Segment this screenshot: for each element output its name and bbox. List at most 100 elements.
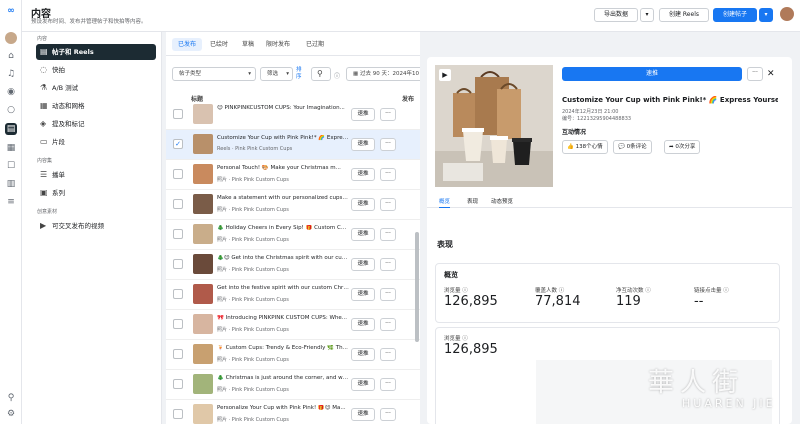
table-row[interactable]: 🎀 Introducing PINKPINK CUSTOM CUPS: Whe.… [166, 310, 420, 340]
row-checkbox[interactable] [173, 259, 183, 269]
sidebar-item-feed-grid[interactable]: ▦ 动态和网格 [36, 98, 156, 114]
row-boost-button[interactable]: 速推 [351, 108, 375, 121]
row-checkbox[interactable] [173, 169, 183, 179]
calendar-icon[interactable]: ▦ [5, 142, 17, 154]
create-post-dropdown-button[interactable]: ▾ [759, 8, 773, 22]
playlist-icon: ☰ [40, 170, 48, 179]
menu-icon[interactable]: ≡ [5, 196, 17, 208]
avatar[interactable] [780, 7, 794, 21]
close-icon[interactable]: ✕ [767, 67, 777, 81]
row-checkbox[interactable] [173, 349, 183, 359]
table-row[interactable]: Make a statement with our personalized c… [166, 190, 420, 220]
row-checkbox[interactable] [173, 199, 183, 209]
post-type-select[interactable]: 帖子类型 ▾ [172, 67, 256, 81]
row-boost-button[interactable]: 速推 [351, 168, 375, 181]
info-icon[interactable]: ⓘ [334, 71, 340, 80]
sidebar-item-playlists[interactable]: ☰ 播单 [36, 167, 156, 183]
sidebar-item-stories[interactable]: ◌ 快拍 [36, 62, 156, 78]
shares-button[interactable]: ➦ 0次分享 [664, 140, 701, 154]
more-options-button[interactable]: ··· [747, 67, 763, 81]
sidebar-item-posts-reels[interactable]: ▤ 帖子和 Reels [36, 44, 156, 60]
boost-button[interactable]: 速推 [562, 67, 742, 81]
ads-icon[interactable]: ◉ [5, 86, 17, 98]
table-row[interactable]: 🎄 Holiday Cheers in Every Sip! 🎁 Custom … [166, 220, 420, 250]
sidebar-item-crosspost-videos[interactable]: ▶ 可交叉发布的视频 [36, 218, 156, 234]
row-boost-button[interactable]: 速推 [351, 378, 375, 391]
sidebar-section-creative: 创意素材 [37, 209, 58, 215]
row-more-button[interactable]: ··· [380, 138, 396, 151]
row-more-button[interactable]: ··· [380, 288, 396, 301]
row-more-button[interactable]: ··· [380, 348, 396, 361]
row-more-button[interactable]: ··· [380, 228, 396, 241]
table-row[interactable]: Get into the festive spirit with our cus… [166, 280, 420, 310]
search-icon[interactable]: ⚲ [5, 392, 17, 404]
comments-button[interactable]: 💬 0条评论 [613, 140, 652, 154]
tab-published[interactable]: 已发布 [172, 38, 203, 51]
row-checkbox[interactable] [173, 409, 183, 419]
export-dropdown-button[interactable]: ▾ [640, 8, 654, 22]
create-post-button[interactable]: 创建帖子 [713, 8, 757, 22]
content-icon[interactable]: ▤ [5, 123, 17, 135]
notifications-icon[interactable]: ♫ [5, 68, 17, 80]
sidebar-item-series[interactable]: ▣ 系列 [36, 185, 156, 201]
row-checkbox[interactable] [173, 379, 183, 389]
home-icon[interactable]: ⌂ [5, 50, 17, 62]
row-more-button[interactable]: ··· [380, 198, 396, 211]
comment-icon: 💬 [618, 144, 627, 150]
row-checkbox[interactable] [173, 109, 183, 119]
row-boost-button[interactable]: 速推 [351, 348, 375, 361]
row-more-button[interactable]: ··· [380, 258, 396, 271]
sidebar-item-clips[interactable]: ▭ 片段 [36, 134, 156, 150]
table-row[interactable]: 😊 PINKPINKCUSTOM CUPS: Your Imagination.… [166, 100, 420, 130]
row-checkbox[interactable]: ✓ [173, 139, 183, 149]
create-reels-button[interactable]: 创建 Reels [659, 8, 709, 22]
insights-icon[interactable]: ▥ [5, 178, 17, 190]
table-row[interactable]: 🍹 Custom Cups: Trendy & Eco-Friendly 🌿 T… [166, 340, 420, 370]
reactions-button[interactable]: 👍 138个心情 [562, 140, 608, 154]
tab-expired[interactable]: 已过期 [300, 38, 330, 51]
messages-icon[interactable]: ○ [5, 104, 17, 116]
info-icon[interactable]: ⓘ [645, 288, 651, 294]
post-date: 2024年12月23日 21:00 [562, 109, 619, 115]
row-more-button[interactable]: ··· [380, 378, 396, 391]
row-checkbox[interactable] [173, 289, 183, 299]
meta-logo-icon[interactable]: ∞ [5, 5, 17, 17]
row-more-button[interactable]: ··· [380, 318, 396, 331]
row-boost-button[interactable]: 速推 [351, 288, 375, 301]
row-more-button[interactable]: ··· [380, 408, 396, 421]
row-boost-button[interactable]: 速推 [351, 228, 375, 241]
row-more-button[interactable]: ··· [380, 108, 396, 121]
row-boost-button[interactable]: 速推 [351, 318, 375, 331]
account-avatar-icon[interactable] [5, 32, 17, 44]
row-boost-button[interactable]: 速推 [351, 258, 375, 271]
row-checkbox[interactable] [173, 319, 183, 329]
sidebar-item-mentions[interactable]: ◈ 提及和标记 [36, 116, 156, 132]
row-boost-button[interactable]: 速推 [351, 408, 375, 421]
tab-feed-preview[interactable]: 动态预览 [491, 197, 513, 205]
table-row[interactable]: Personal Touch! 🎨 Make your Christmas m.… [166, 160, 420, 190]
table-row[interactable]: 🎄😊 Get into the Christmas spirit with ou… [166, 250, 420, 280]
filter-select[interactable]: 筛选 ▾ [260, 67, 293, 81]
tab-limited[interactable]: 限时发布 [260, 38, 296, 51]
settings-gear-icon[interactable]: ⚙ [5, 408, 17, 420]
date-range-picker[interactable]: ▦ 过去 90 天：2024年10 [346, 67, 420, 81]
row-checkbox[interactable] [173, 229, 183, 239]
table-row[interactable]: Personalize Your Cup with Pink Pink! 🎁😊 … [166, 400, 420, 424]
tab-overview[interactable]: 概览 [439, 197, 451, 208]
comments-icon[interactable]: ☐ [5, 160, 17, 172]
table-row[interactable]: ✓ Customize Your Cup with Pink Pink!* 🌈 E… [166, 130, 420, 160]
sidebar-item-ab-test[interactable]: ⚗ A/B 测试 [36, 80, 156, 96]
tab-performance[interactable]: 表现 [467, 197, 478, 205]
tab-scheduled[interactable]: 已绘时 [204, 38, 234, 51]
export-data-button[interactable]: 导出数据 [594, 8, 638, 22]
row-thumbnail [193, 134, 213, 154]
info-icon[interactable]: ⓘ [723, 288, 729, 294]
row-boost-button[interactable]: 速推 [351, 138, 375, 151]
row-more-button[interactable]: ··· [380, 168, 396, 181]
search-button[interactable]: ⚲ [311, 67, 331, 81]
sort-link[interactable]: 排序 [296, 67, 306, 81]
tab-drafts[interactable]: 草稿 [236, 38, 260, 51]
table-row[interactable]: 🎄 Christmas is just around the corner, a… [166, 370, 420, 400]
list-scrollbar[interactable] [415, 232, 419, 342]
row-boost-button[interactable]: 速推 [351, 198, 375, 211]
